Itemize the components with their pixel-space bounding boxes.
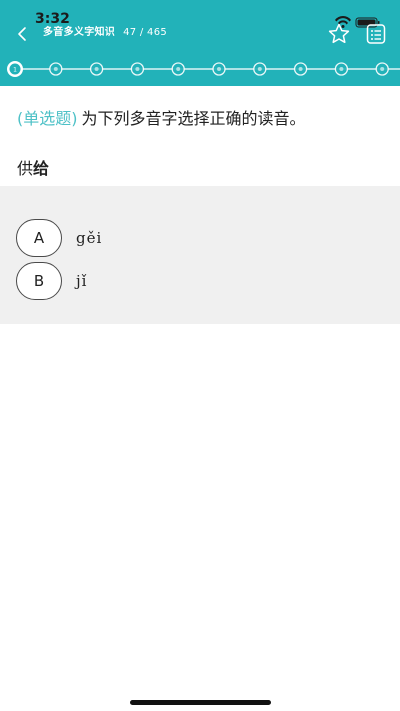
answer-sheet-icon <box>366 24 386 44</box>
chevron-left-icon <box>18 27 26 41</box>
option-letter-badge: B <box>16 262 62 300</box>
option-text: jǐ <box>76 272 88 290</box>
progress-current-label: 1 <box>13 67 17 74</box>
question-stem: (单选题) 为下列多音字选择正确的读音。 <box>17 108 306 130</box>
option-text: gěi <box>76 229 103 247</box>
progress-step[interactable] <box>49 62 63 76</box>
home-indicator <box>130 700 271 705</box>
question-progress-track: 1 <box>7 61 400 77</box>
options-panel: A gěi B jǐ <box>0 186 400 324</box>
option-a[interactable]: A gěi <box>16 219 376 257</box>
question-text: 为下列多音字选择正确的读音。 <box>81 109 306 128</box>
favorite-button[interactable] <box>327 22 351 46</box>
progress-step[interactable] <box>334 62 349 76</box>
answer-sheet-button[interactable] <box>365 23 387 45</box>
progress-step[interactable] <box>171 62 185 76</box>
word-prefix: 供 <box>17 159 34 178</box>
progress-step[interactable] <box>130 62 145 76</box>
progress-step[interactable] <box>89 62 104 76</box>
back-button[interactable] <box>14 25 32 43</box>
option-b[interactable]: B jǐ <box>16 262 376 300</box>
question-type: (单选题) <box>17 109 78 128</box>
progress-step[interactable] <box>293 62 308 76</box>
star-outline-icon <box>328 23 350 44</box>
progress-step[interactable] <box>212 62 226 76</box>
question-counter: 47 / 465 <box>123 27 168 38</box>
status-time: 3:32 <box>35 11 70 27</box>
nav-title-text: 多音多义字知识 <box>43 27 116 38</box>
word-highlight: 给 <box>33 159 50 178</box>
top-header: 3:32 多音多义字知识 47 / 465 1 <box>0 0 400 86</box>
progress-step[interactable] <box>253 62 267 76</box>
progress-step-current[interactable]: 1 <box>7 61 23 77</box>
option-letter-badge: A <box>16 219 62 257</box>
question-word: 供给 <box>17 158 49 180</box>
nav-title: 多音多义字知识 47 / 465 <box>43 26 167 40</box>
progress-step[interactable] <box>375 62 389 76</box>
